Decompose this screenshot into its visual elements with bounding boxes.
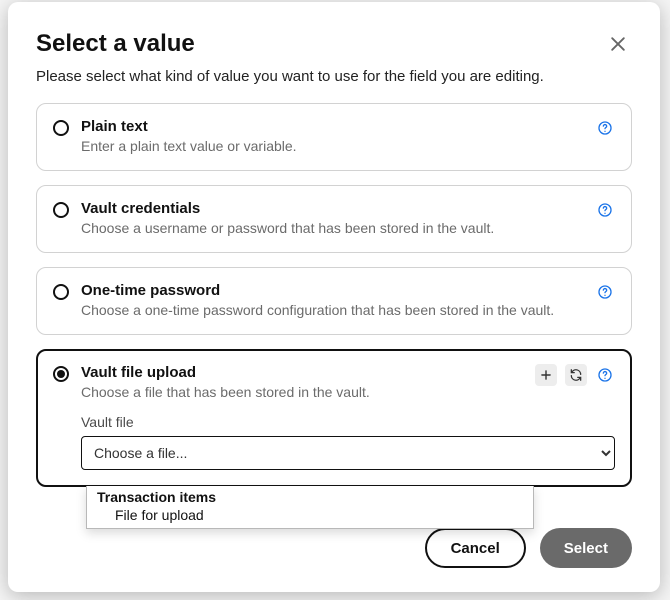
option-title: One-time password	[81, 282, 583, 299]
option-vault-credentials[interactable]: Vault credentials Choose a username or p…	[36, 185, 632, 253]
close-icon	[608, 34, 628, 54]
vault-file-select[interactable]: Choose a file...	[81, 436, 615, 470]
radio-vault-credentials[interactable]	[53, 202, 69, 218]
option-title: Vault file upload	[81, 364, 523, 381]
help-icon	[597, 284, 613, 300]
option-title: Plain text	[81, 118, 583, 135]
plus-icon	[539, 368, 553, 382]
option-desc: Choose a file that has been stored in th…	[81, 383, 523, 402]
radio-otp[interactable]	[53, 284, 69, 300]
dropdown-group: Transaction items	[87, 486, 533, 505]
dialog-subtitle: Please select what kind of value you wan…	[36, 68, 632, 85]
dialog-title: Select a value	[36, 30, 195, 58]
refresh-icon	[569, 368, 583, 382]
help-button[interactable]	[595, 282, 615, 302]
option-title: Vault credentials	[81, 200, 583, 217]
select-value-dialog: Select a value Please select what kind o…	[8, 2, 660, 592]
cancel-button[interactable]: Cancel	[425, 528, 526, 568]
vault-file-dropdown: Transaction items File for upload	[86, 486, 534, 529]
option-vault-file-upload[interactable]: Vault file upload Choose a file that has…	[36, 349, 632, 487]
option-plain-text[interactable]: Plain text Enter a plain text value or v…	[36, 103, 632, 171]
help-button[interactable]	[595, 200, 615, 220]
help-icon	[597, 202, 613, 218]
add-button[interactable]	[535, 364, 557, 386]
dropdown-item-file-for-upload[interactable]: File for upload	[87, 505, 533, 528]
radio-vault-file-upload[interactable]	[53, 366, 69, 382]
dialog-footer: Cancel Select	[425, 528, 632, 568]
option-one-time-password[interactable]: One-time password Choose a one-time pass…	[36, 267, 632, 335]
close-button[interactable]	[604, 30, 632, 58]
help-icon	[597, 120, 613, 136]
select-button[interactable]: Select	[540, 528, 632, 568]
help-button[interactable]	[595, 118, 615, 138]
option-desc: Choose a username or password that has b…	[81, 219, 583, 238]
help-icon	[597, 367, 613, 383]
option-desc: Enter a plain text value or variable.	[81, 137, 583, 156]
help-button[interactable]	[595, 365, 615, 385]
radio-plain-text[interactable]	[53, 120, 69, 136]
refresh-button[interactable]	[565, 364, 587, 386]
option-desc: Choose a one-time password configuration…	[81, 301, 583, 320]
vault-file-label: Vault file	[81, 414, 615, 430]
